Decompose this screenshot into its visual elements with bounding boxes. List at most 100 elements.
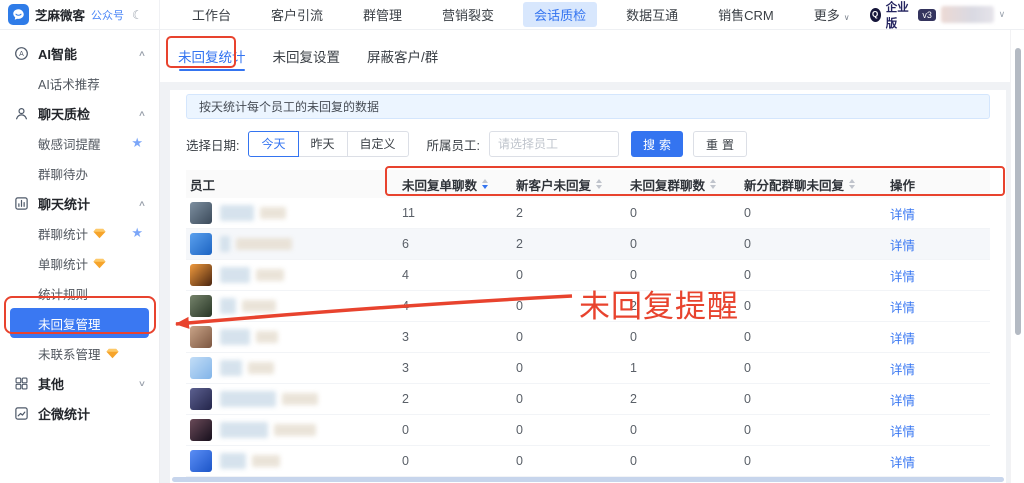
sidebar-item-敏感词提醒[interactable]: 敏感词提醒★ (0, 128, 159, 158)
detail-link[interactable]: 详情 (890, 239, 915, 253)
chevron-down-icon[interactable]: ∨ (999, 9, 1006, 20)
horizontal-scrollbar-thumb[interactable] (172, 477, 1004, 482)
nav-item-会话质检[interactable]: 会话质检 (523, 2, 597, 27)
favorite-star-icon[interactable]: ★ (131, 225, 143, 241)
cell-新分配群聊未回复: 0 (740, 299, 886, 313)
name-blur-block (256, 331, 278, 343)
name-blur-block (260, 207, 286, 219)
gem-badge-icon (93, 228, 106, 239)
sort-carets-icon[interactable] (482, 179, 488, 189)
date-option-昨天[interactable]: 昨天 (298, 131, 348, 157)
column-header-新分配群聊未回复[interactable]: 新分配群聊未回复 (740, 175, 886, 194)
sidebar-section-企微统计[interactable]: 企微统计 (0, 398, 159, 428)
tab-未回复设置[interactable]: 未回复设置 (273, 30, 341, 82)
sort-desc-icon (482, 185, 488, 189)
cell-未回复群聊数: 2 (626, 299, 740, 313)
detail-link[interactable]: 详情 (890, 456, 915, 470)
employee-avatar (190, 357, 212, 379)
avatar[interactable] (941, 6, 994, 23)
name-blur-block (242, 300, 276, 312)
employee-avatar (190, 450, 212, 472)
main-nav: 工作台客户引流群管理营销裂变会话质检数据互通销售CRM 更多∨ (160, 0, 870, 29)
detail-link[interactable]: 详情 (890, 332, 915, 346)
content-card: 按天统计每个员工的未回复的数据 选择日期: 今天昨天自定义 所属员工: 搜索 重… (170, 90, 1006, 483)
grid-icon (14, 376, 29, 391)
dark-mode-icon[interactable]: ☾ (132, 8, 143, 22)
name-blur-block (220, 391, 276, 407)
cell-新分配群聊未回复: 0 (740, 423, 886, 437)
sidebar-section-label: 聊天统计 (38, 194, 90, 213)
name-blur-block (274, 424, 316, 436)
cell-action: 详情 (886, 204, 982, 223)
name-blur-block (236, 238, 292, 250)
employee-select-input[interactable] (489, 131, 619, 157)
detail-link[interactable]: 详情 (890, 270, 915, 284)
sort-carets-icon[interactable] (849, 179, 855, 189)
info-banner: 按天统计每个员工的未回复的数据 (186, 94, 990, 119)
sort-carets-icon[interactable] (710, 179, 716, 189)
nav-item-工作台[interactable]: 工作台 (181, 2, 242, 27)
sidebar-item-单聊统计[interactable]: 单聊统计 (0, 248, 159, 278)
sidebar-item-统计规则[interactable]: 统计规则 (0, 278, 159, 308)
sidebar-item-群聊统计[interactable]: 群聊统计★ (0, 218, 159, 248)
top-bar: 芝麻微客 公众号 ☾ 工作台客户引流群管理营销裂变会话质检数据互通销售CRM更多… (0, 0, 1024, 30)
cell-未回复单聊数: 0 (398, 423, 512, 437)
cell-employee (186, 264, 398, 286)
detail-link[interactable]: 详情 (890, 363, 915, 377)
employee-name-blurred (220, 422, 316, 438)
nav-item-销售CRM[interactable]: 销售CRM (707, 2, 785, 27)
column-header-新客户未回复[interactable]: 新客户未回复 (512, 175, 626, 194)
favorite-star-icon[interactable]: ★ (131, 135, 143, 151)
detail-link[interactable]: 详情 (890, 425, 915, 439)
sidebar-item-AI话术推荐[interactable]: AI话术推荐 (0, 68, 159, 98)
sidebar-item-未回复管理[interactable]: 未回复管理 (10, 308, 149, 338)
sidebar-section-聊天质检[interactable]: 聊天质检∧ (0, 98, 159, 128)
person-check-icon (14, 106, 29, 121)
cell-新客户未回复: 0 (512, 423, 626, 437)
column-header-未回复群聊数[interactable]: 未回复群聊数 (626, 175, 740, 194)
tabs-bar: 未回复统计未回复设置屏蔽客户/群 (160, 30, 1010, 82)
sidebar-item-label: 统计规则 (38, 284, 88, 303)
detail-link[interactable]: 详情 (890, 301, 915, 315)
cell-新分配群聊未回复: 0 (740, 237, 886, 251)
nav-item-数据互通[interactable]: 数据互通 (615, 2, 689, 27)
sort-asc-icon (849, 179, 855, 183)
date-option-今天[interactable]: 今天 (248, 131, 298, 157)
cell-未回复单聊数: 2 (398, 392, 512, 406)
tab-屏蔽客户/群[interactable]: 屏蔽客户/群 (367, 30, 438, 82)
date-range-group: 今天昨天自定义 (248, 131, 408, 157)
sidebar-item-群聊待办[interactable]: 群聊待办 (0, 158, 159, 188)
cell-未回复单聊数: 11 (398, 206, 512, 220)
chevron-down-icon: ∨ (844, 13, 850, 22)
nav-item-营销裂变[interactable]: 营销裂变 (431, 2, 505, 27)
table-header: 员工未回复单聊数新客户未回复未回复群聊数新分配群聊未回复操作 (186, 170, 990, 198)
sidebar-item-未联系管理[interactable]: 未联系管理 (0, 338, 159, 368)
detail-link[interactable]: 详情 (890, 208, 915, 222)
cell-未回复群聊数: 0 (626, 454, 740, 468)
sidebar-section-聊天统计[interactable]: 聊天统计∧ (0, 188, 159, 218)
cell-未回复群聊数: 0 (626, 330, 740, 344)
nav-item-群管理[interactable]: 群管理 (352, 2, 413, 27)
sidebar-section-AI智能[interactable]: AAI智能∧ (0, 38, 159, 68)
sidebar-item-label: 单聊统计 (38, 254, 88, 273)
reset-button[interactable]: 重置 (693, 131, 747, 157)
tab-未回复统计[interactable]: 未回复统计 (178, 30, 246, 82)
nav-item-更多[interactable]: 更多∨ (803, 2, 861, 27)
cell-employee (186, 357, 398, 379)
sort-desc-icon (849, 185, 855, 189)
column-header-未回复单聊数[interactable]: 未回复单聊数 (398, 175, 512, 194)
cell-未回复单聊数: 4 (398, 299, 512, 313)
sort-carets-icon[interactable] (596, 179, 602, 189)
vertical-scrollbar-thumb[interactable] (1015, 48, 1021, 335)
detail-link[interactable]: 详情 (890, 394, 915, 408)
employee-avatar (190, 295, 212, 317)
filter-bar: 选择日期: 今天昨天自定义 所属员工: 搜索 重置 (186, 131, 990, 157)
table-row: 2020详情 (186, 384, 990, 415)
nav-item-客户引流[interactable]: 客户引流 (260, 2, 334, 27)
search-button[interactable]: 搜索 (631, 131, 683, 157)
cell-新客户未回复: 0 (512, 268, 626, 282)
cell-新客户未回复: 0 (512, 454, 626, 468)
sidebar-section-其他[interactable]: 其他∨ (0, 368, 159, 398)
edition-label: 企业版 (886, 0, 914, 31)
date-option-自定义[interactable]: 自定义 (347, 131, 409, 157)
